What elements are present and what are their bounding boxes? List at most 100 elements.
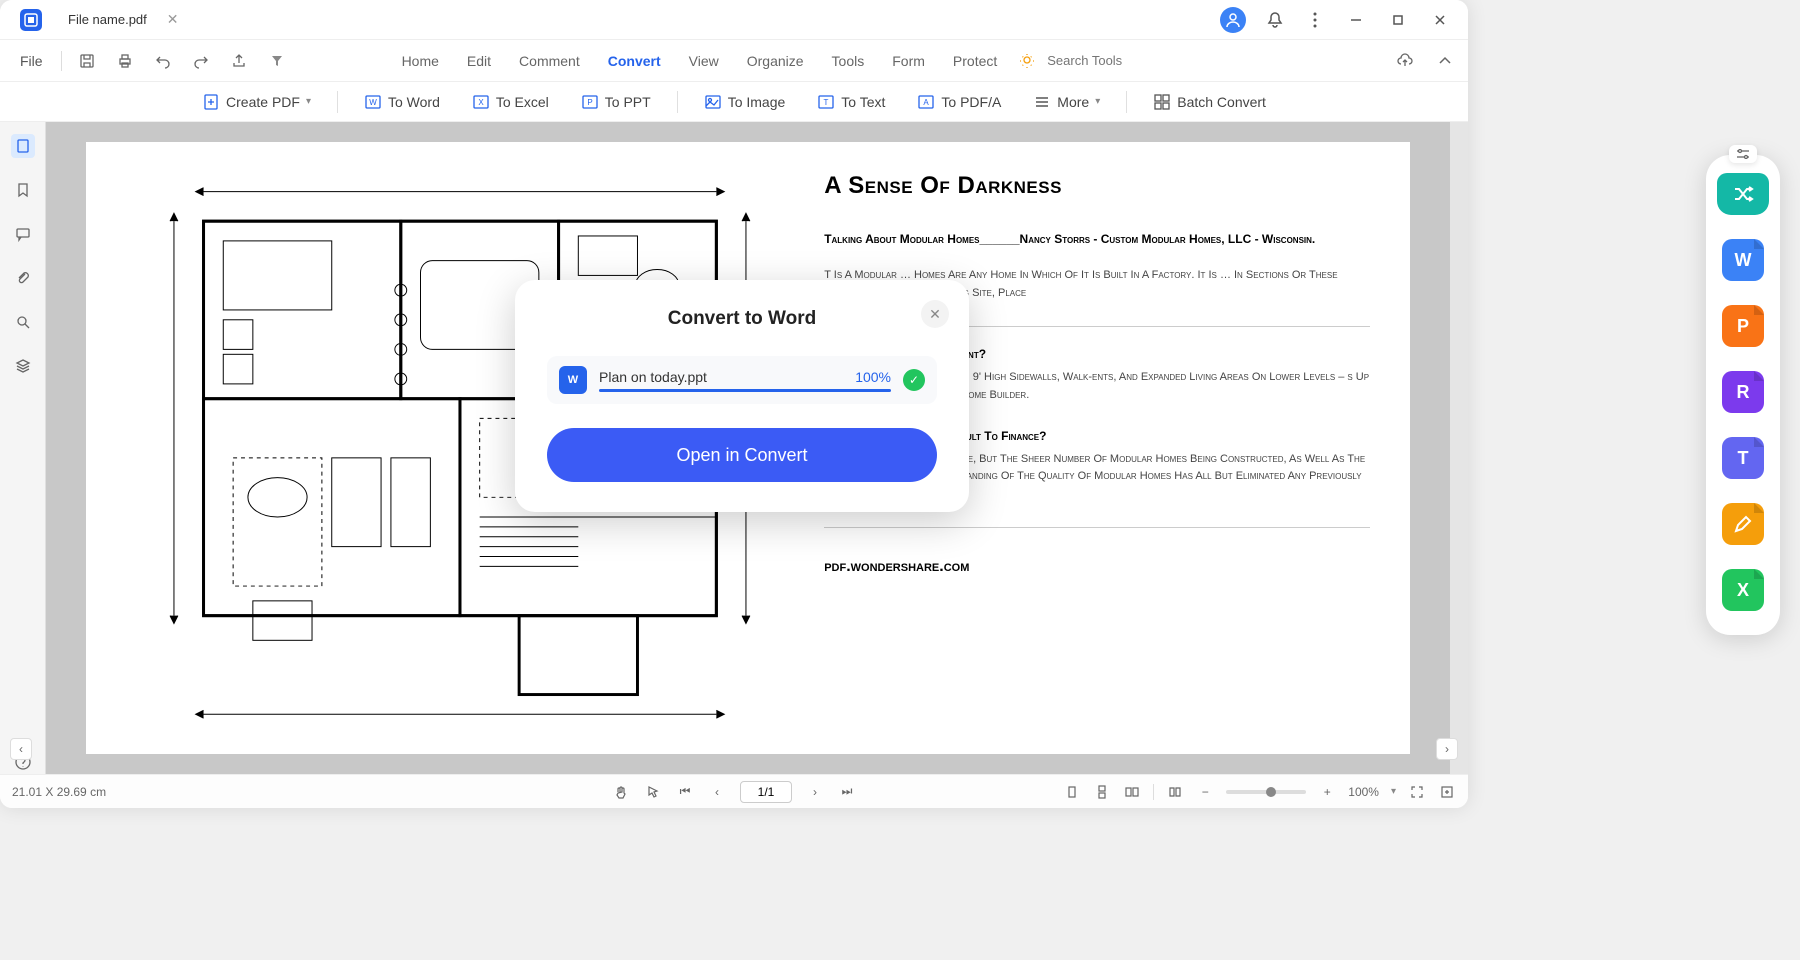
- tab-comment[interactable]: Comment: [519, 49, 580, 73]
- ppt-icon: P: [581, 93, 599, 111]
- dock-word-button[interactable]: W: [1722, 239, 1764, 281]
- app-logo-icon[interactable]: [20, 9, 42, 31]
- dock-rtf-button[interactable]: R: [1722, 371, 1764, 413]
- dock-settings-icon[interactable]: [1729, 145, 1757, 163]
- hand-tool-icon[interactable]: [612, 783, 630, 801]
- tab-home[interactable]: Home: [402, 49, 439, 73]
- doc-title: A Sense Of Darkness: [824, 172, 1370, 200]
- last-page-icon[interactable]: ⏭: [838, 783, 856, 801]
- to-text-button[interactable]: T To Text: [811, 89, 891, 115]
- svg-text:W: W: [369, 98, 377, 107]
- notification-bell-icon[interactable]: [1264, 9, 1286, 31]
- document-tab[interactable]: File name.pdf ✕: [54, 5, 193, 34]
- cloud-upload-icon[interactable]: [1394, 50, 1416, 72]
- close-window-button[interactable]: [1428, 8, 1452, 32]
- collapse-ribbon-icon[interactable]: [1434, 50, 1456, 72]
- redo-icon[interactable]: [190, 50, 212, 72]
- collapse-left-button[interactable]: ‹: [10, 738, 32, 760]
- lightbulb-icon[interactable]: [1019, 53, 1035, 69]
- tab-convert[interactable]: Convert: [608, 49, 661, 73]
- zoom-level: 100%: [1348, 785, 1379, 799]
- to-word-button[interactable]: W To Word: [358, 89, 446, 115]
- save-icon[interactable]: [76, 50, 98, 72]
- collapse-right-button[interactable]: ›: [1436, 738, 1458, 760]
- statusbar: 21.01 X 29.69 cm ⏮ ‹ › ⏭ − + 100% ▾: [0, 774, 1468, 808]
- to-ppt-button[interactable]: P To PPT: [575, 89, 657, 115]
- create-pdf-button[interactable]: Create PDF ▾: [196, 89, 317, 115]
- continuous-page-icon[interactable]: [1093, 783, 1111, 801]
- dock-ppt-button[interactable]: P: [1722, 305, 1764, 347]
- two-page-icon[interactable]: [1123, 783, 1141, 801]
- tab-title: File name.pdf: [68, 12, 147, 27]
- single-page-icon[interactable]: [1063, 783, 1081, 801]
- to-image-button[interactable]: To Image: [698, 89, 792, 115]
- select-tool-icon[interactable]: [644, 783, 662, 801]
- undo-icon[interactable]: [152, 50, 174, 72]
- pdfa-icon: A: [917, 93, 935, 111]
- fullscreen-icon[interactable]: [1408, 783, 1426, 801]
- page-number-input[interactable]: [740, 781, 792, 803]
- app-window: File name.pdf ✕ File: [0, 0, 1468, 808]
- open-in-convert-button[interactable]: Open in Convert: [547, 428, 937, 482]
- scrollbar[interactable]: [1450, 122, 1468, 774]
- zoom-slider[interactable]: [1226, 790, 1306, 794]
- dock-text-button[interactable]: T: [1722, 437, 1764, 479]
- file-menu[interactable]: File: [12, 49, 51, 73]
- zoom-dropdown-icon[interactable]: ▾: [1391, 786, 1396, 797]
- tab-edit[interactable]: Edit: [467, 49, 491, 73]
- dock-excel-button[interactable]: X: [1722, 569, 1764, 611]
- modal-title: Convert to Word: [547, 308, 937, 330]
- success-check-icon: ✓: [903, 369, 925, 391]
- right-dock: W P R T X: [1706, 155, 1780, 635]
- doc-subtitle: Talking About Modular Homes______Nancy S…: [824, 230, 1370, 249]
- more-menu-icon[interactable]: [1304, 9, 1326, 31]
- close-tab-icon[interactable]: ✕: [167, 11, 179, 28]
- more-button[interactable]: More ▾: [1027, 89, 1106, 115]
- batch-convert-button[interactable]: Batch Convert: [1147, 89, 1272, 115]
- svg-text:T: T: [824, 98, 829, 107]
- thumbnails-icon[interactable]: [11, 134, 35, 158]
- fit-page-icon[interactable]: [1438, 783, 1456, 801]
- svg-text:P: P: [587, 98, 592, 107]
- tab-organize[interactable]: Organize: [747, 49, 804, 73]
- minimize-button[interactable]: [1344, 8, 1368, 32]
- filter-icon[interactable]: [266, 50, 288, 72]
- modal-close-button[interactable]: ✕: [921, 300, 949, 328]
- to-pdfa-button[interactable]: A To PDF/A: [911, 89, 1007, 115]
- main-tabs: Home Edit Comment Convert View Organize …: [402, 49, 998, 73]
- tab-protect[interactable]: Protect: [953, 49, 997, 73]
- image-icon: [704, 93, 722, 111]
- bookmarks-icon[interactable]: [11, 178, 35, 202]
- user-avatar-button[interactable]: [1220, 7, 1246, 33]
- zoom-in-icon[interactable]: +: [1318, 783, 1336, 801]
- first-page-icon[interactable]: ⏮: [676, 783, 694, 801]
- prev-page-icon[interactable]: ‹: [708, 783, 726, 801]
- file-name: Plan on today.ppt: [599, 369, 707, 385]
- dock-edit-button[interactable]: [1722, 503, 1764, 545]
- convert-toolbar: Create PDF ▾ W To Word X To Excel P To P…: [0, 82, 1468, 122]
- menubar: File Home Edit Comment Convert View Orga…: [0, 40, 1468, 82]
- next-page-icon[interactable]: ›: [806, 783, 824, 801]
- print-icon[interactable]: [114, 50, 136, 72]
- svg-text:X: X: [478, 98, 484, 107]
- text-icon: T: [817, 93, 835, 111]
- tab-tools[interactable]: Tools: [832, 49, 865, 73]
- excel-icon: X: [472, 93, 490, 111]
- to-excel-button[interactable]: X To Excel: [466, 89, 555, 115]
- attachments-icon[interactable]: [11, 266, 35, 290]
- read-mode-icon[interactable]: [1166, 783, 1184, 801]
- search-icon[interactable]: [11, 310, 35, 334]
- progress-percent: 100%: [855, 369, 891, 385]
- zoom-out-icon[interactable]: −: [1196, 783, 1214, 801]
- layers-icon[interactable]: [11, 354, 35, 378]
- maximize-button[interactable]: [1386, 8, 1410, 32]
- word-icon: W: [364, 93, 382, 111]
- comments-icon[interactable]: [11, 222, 35, 246]
- dock-shuffle-button[interactable]: [1717, 173, 1769, 215]
- create-pdf-icon: [202, 93, 220, 111]
- search-tools-input[interactable]: [1047, 53, 1167, 68]
- share-icon[interactable]: [228, 50, 250, 72]
- conversion-file-row: W Plan on today.ppt 100% ✓: [547, 356, 937, 404]
- tab-view[interactable]: View: [689, 49, 719, 73]
- tab-form[interactable]: Form: [892, 49, 925, 73]
